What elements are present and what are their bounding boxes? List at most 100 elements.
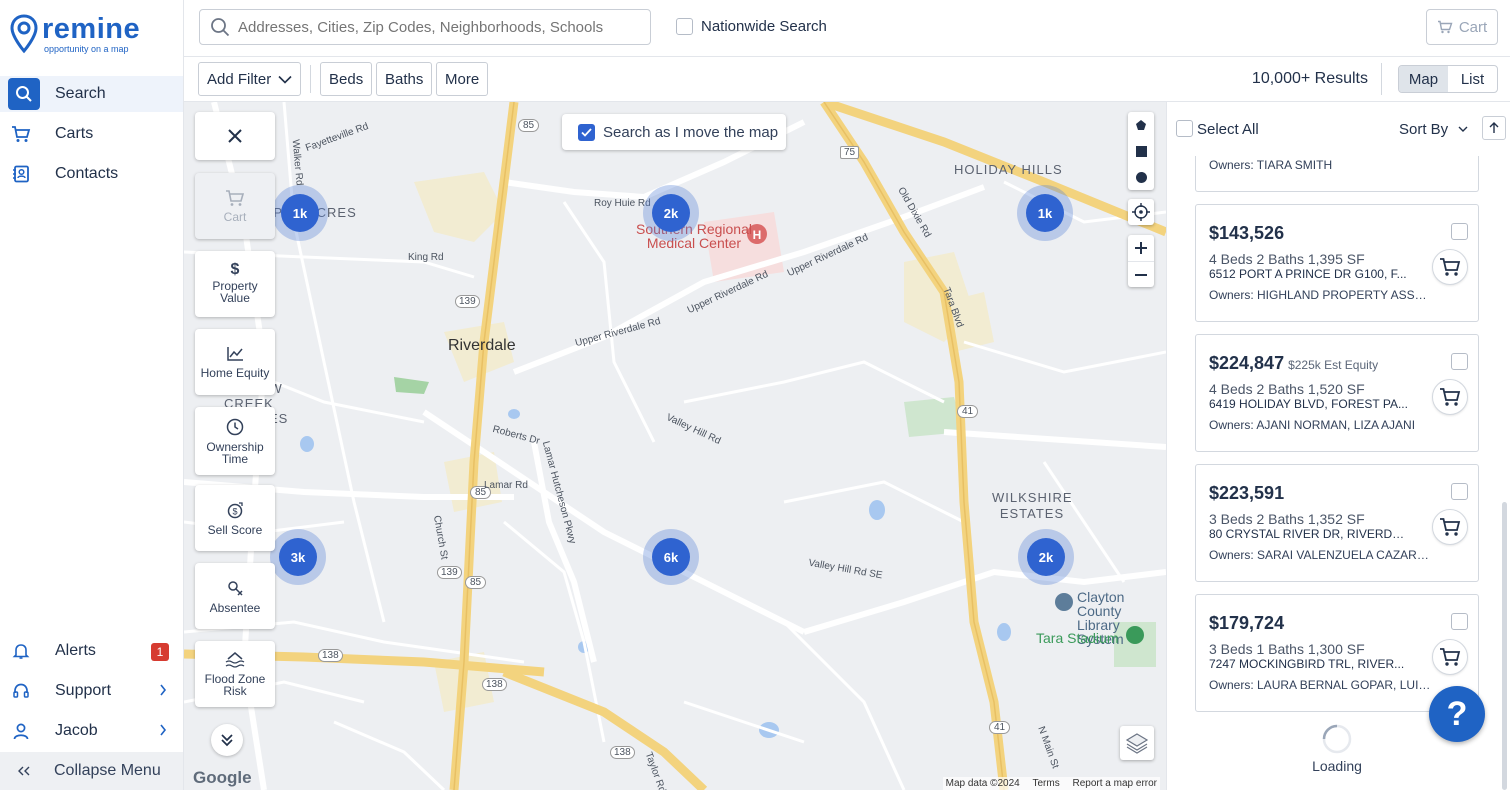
- home-equity-tool[interactable]: Home Equity: [195, 329, 275, 395]
- nav-contacts-label: Contacts: [55, 165, 119, 182]
- absentee-tool[interactable]: Absentee: [195, 563, 275, 629]
- results-scrollbar[interactable]: [1502, 502, 1507, 790]
- nationwide-search-label: Nationwide Search: [701, 18, 827, 35]
- headset-icon: [0, 682, 55, 700]
- sort-by-dropdown[interactable]: Sort By: [1399, 121, 1468, 138]
- property-value-label: Property Value: [212, 279, 258, 305]
- map-label-king-rd: King Rd: [408, 252, 444, 263]
- sell-score-tool[interactable]: $ Sell Score: [195, 485, 275, 551]
- property-cluster[interactable]: 2k: [643, 185, 699, 241]
- nav-alerts[interactable]: Alerts 1: [0, 633, 183, 669]
- map-canvas[interactable]: H 85 139 85 85 139 138 138 138 75 41 41 …: [184, 102, 1166, 790]
- draw-rectangle-button[interactable]: [1128, 138, 1154, 164]
- cart-icon: [1440, 388, 1461, 406]
- zoom-out-button[interactable]: [1128, 261, 1154, 287]
- list-view-button[interactable]: List: [1448, 66, 1497, 92]
- zoom-in-button[interactable]: [1128, 235, 1154, 261]
- card-price: $179,724: [1209, 613, 1288, 634]
- remine-logo[interactable]: remine opportunity on a map: [10, 14, 140, 54]
- logo-wordmark: remine: [42, 13, 141, 45]
- results-divider: [1381, 63, 1382, 95]
- absentee-label: Absentee: [209, 600, 261, 615]
- map-pin-logo-icon: [10, 14, 38, 54]
- close-icon: [228, 129, 242, 143]
- top-bar: Nationwide Search Cart: [184, 0, 1510, 57]
- nav-support-label: Support: [55, 682, 112, 699]
- nationwide-search-checkbox[interactable]: [676, 18, 693, 35]
- contacts-icon: [0, 165, 55, 183]
- map-view-button[interactable]: Map: [1399, 66, 1448, 92]
- property-value-tool[interactable]: $ Property Value: [195, 251, 275, 317]
- card-select-checkbox[interactable]: [1451, 223, 1468, 240]
- map-layers-button[interactable]: [1120, 726, 1154, 760]
- flood-zone-tool[interactable]: Flood Zone Risk: [195, 641, 275, 707]
- select-all-checkbox[interactable]: [1176, 120, 1193, 137]
- add-to-cart-button[interactable]: [1432, 509, 1468, 545]
- property-cluster[interactable]: 1k: [272, 185, 328, 241]
- nav-user[interactable]: Jacob: [0, 713, 183, 749]
- add-to-cart-button[interactable]: [1432, 639, 1468, 675]
- card-equity: $225k Est Equity: [1288, 358, 1379, 372]
- property-cluster[interactable]: 6k: [643, 529, 699, 585]
- add-to-cart-button[interactable]: [1432, 379, 1468, 415]
- ownership-time-tool[interactable]: Ownership Time: [195, 407, 275, 475]
- location-search-input[interactable]: [238, 18, 638, 36]
- flood-house-icon: [225, 652, 245, 668]
- select-all-label: Select All: [1197, 121, 1259, 138]
- property-cluster[interactable]: 2k: [1018, 529, 1074, 585]
- cart-button-label: Cart: [1458, 18, 1488, 36]
- card-price-value: $223,591: [1209, 483, 1285, 503]
- card-select-checkbox[interactable]: [1451, 353, 1468, 370]
- double-chevron-down-icon: [221, 734, 233, 747]
- search-icon: [211, 18, 230, 37]
- add-to-cart-button[interactable]: [1432, 249, 1468, 285]
- card-price-value: $143,526: [1209, 223, 1285, 243]
- nationwide-search-toggle[interactable]: Nationwide Search: [676, 18, 827, 35]
- map-terms-link[interactable]: Terms: [1033, 778, 1060, 789]
- search-as-move-toggle[interactable]: Search as I move the map: [562, 114, 786, 150]
- close-tools-button[interactable]: [195, 112, 275, 160]
- cart-button[interactable]: Cart: [1426, 9, 1498, 45]
- more-filters-button[interactable]: More: [436, 62, 489, 96]
- draw-circle-button[interactable]: [1128, 164, 1154, 190]
- map-label-wilkshire-estates: WILKSHIRE ESTATES: [992, 490, 1073, 521]
- card-specs: 4 Beds 2 Baths 1,395 SF: [1209, 251, 1365, 267]
- card-price-value: $179,724: [1209, 613, 1285, 633]
- collapse-menu-button[interactable]: Collapse Menu: [0, 752, 183, 790]
- report-map-error-link[interactable]: Report a map error: [1073, 778, 1157, 789]
- my-location-button[interactable]: [1128, 199, 1154, 225]
- property-card[interactable]: $224,847 $225k Est Equity 4 Beds 2 Baths …: [1195, 334, 1479, 452]
- nav-alerts-label: Alerts: [55, 642, 96, 659]
- cart-layer-tool[interactable]: Cart: [195, 173, 275, 239]
- card-price-value: $224,847: [1209, 353, 1285, 373]
- draw-polygon-button[interactable]: [1128, 112, 1154, 138]
- card-address: 7247 MOCKINGBIRD TRL, RIVER...: [1209, 657, 1405, 671]
- location-search-box[interactable]: [199, 9, 651, 45]
- card-price: $223,591: [1209, 483, 1288, 504]
- property-card[interactable]: $143,526 4 Beds 2 Baths 1,395 SF 6512 PO…: [1195, 204, 1479, 322]
- chevron-right-icon: [160, 724, 167, 736]
- card-specs: 4 Beds 2 Baths 1,520 SF: [1209, 381, 1365, 397]
- search-icon: [8, 78, 40, 110]
- card-price: $143,526: [1209, 223, 1288, 244]
- baths-filter-button[interactable]: Baths: [376, 62, 433, 96]
- add-filter-dropdown[interactable]: Add Filter: [198, 62, 301, 96]
- search-as-move-checkbox[interactable]: [578, 123, 595, 141]
- card-owners: Owners: SARAI VALENZUELA CAZARES...: [1209, 548, 1431, 562]
- nav-search-label: Search: [55, 85, 106, 102]
- nav-carts[interactable]: Carts: [0, 116, 183, 152]
- loading-label: Loading: [1312, 758, 1362, 774]
- expand-tools-button[interactable]: [211, 724, 243, 756]
- nav-search[interactable]: Search: [0, 76, 183, 112]
- card-select-checkbox[interactable]: [1451, 613, 1468, 630]
- property-card[interactable]: $223,591 3 Beds 2 Baths 1,352 SF 80 CRYS…: [1195, 464, 1479, 582]
- card-select-checkbox[interactable]: [1451, 483, 1468, 500]
- nav-carts-label: Carts: [55, 125, 94, 142]
- beds-filter-button[interactable]: Beds: [320, 62, 373, 96]
- property-cluster[interactable]: 3k: [270, 529, 326, 585]
- property-cluster[interactable]: 1k: [1017, 185, 1073, 241]
- help-button[interactable]: ?: [1429, 686, 1485, 742]
- sort-direction-button[interactable]: [1482, 116, 1506, 140]
- nav-contacts[interactable]: Contacts: [0, 156, 183, 192]
- nav-support[interactable]: Support: [0, 673, 183, 709]
